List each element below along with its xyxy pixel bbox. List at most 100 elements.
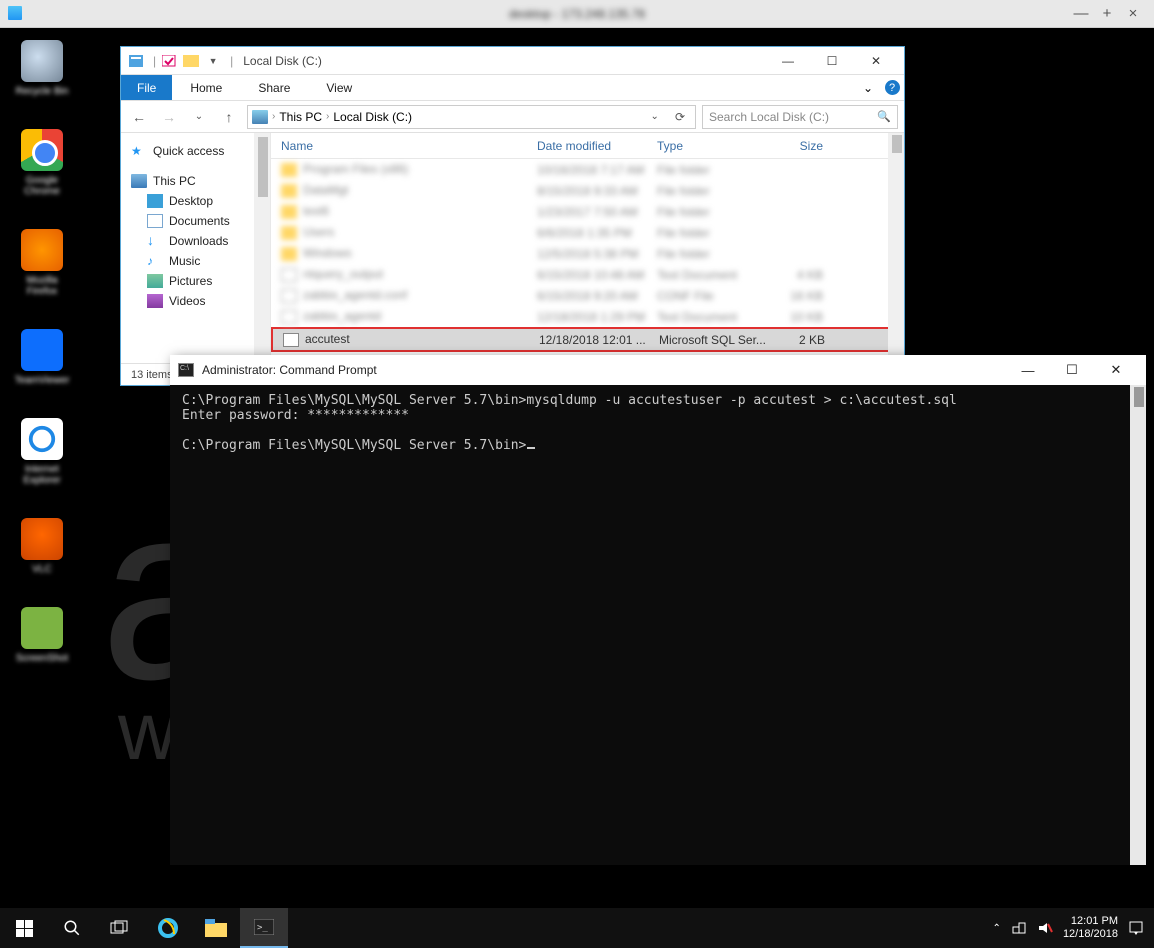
search-button[interactable] <box>48 908 96 948</box>
tree-music[interactable]: ♪Music <box>131 251 270 271</box>
ribbon-expand-button[interactable]: ⌄ <box>856 75 880 100</box>
nav-forward-button[interactable]: → <box>157 105 181 129</box>
tree-pictures[interactable]: Pictures <box>131 271 270 291</box>
nav-back-button[interactable]: ← <box>127 105 151 129</box>
cmd-maximize-button[interactable]: ☐ <box>1050 355 1094 385</box>
file-row[interactable]: test61/23/2017 7:50 AMFile folder <box>271 201 904 222</box>
sql-file-icon <box>283 333 299 347</box>
desktop-icon-vlc[interactable]: VLC <box>12 518 72 575</box>
item-count: 13 items <box>131 369 173 381</box>
search-icon[interactable]: 🔍 <box>877 110 891 123</box>
explorer-address-bar: ← → ⌄ ↑ › This PC › Local Disk (C:) ⌄ ⟳ … <box>121 101 904 133</box>
cmd-scrollbar[interactable] <box>1130 385 1146 865</box>
explorer-title: Local Disk (C:) <box>243 54 322 68</box>
column-headers: Name Date modified Type Size <box>271 133 904 159</box>
file-row-accutest[interactable]: accutest 12/18/2018 12:01 ... Microsoft … <box>271 327 904 352</box>
nav-up-button[interactable]: ↑ <box>217 105 241 129</box>
taskbar-cmd[interactable]: >_ <box>240 908 288 948</box>
desktop-icon-chrome[interactable]: Google Chrome <box>12 129 72 197</box>
cmd-close-button[interactable]: ✕ <box>1094 355 1138 385</box>
file-row[interactable]: zabbix_agentd.conf6/15/2018 9:20 AMCONF … <box>271 285 904 306</box>
tree-videos[interactable]: Videos <box>131 291 270 311</box>
folder-icon[interactable] <box>182 53 200 69</box>
taskbar-explorer[interactable] <box>192 908 240 948</box>
cmd-minimize-button[interactable]: — <box>1006 355 1050 385</box>
refresh-button[interactable]: ⟳ <box>669 110 691 124</box>
outer-minimize-button[interactable]: — <box>1068 5 1094 22</box>
desktop-icon-teamviewer[interactable]: TeamViewer <box>12 329 72 386</box>
col-date[interactable]: Date modified <box>527 139 647 153</box>
checkbox-icon[interactable] <box>160 53 178 69</box>
desktop-icons: Recycle Bin Google Chrome Mozilla Firefo… <box>12 40 72 664</box>
remote-desktop-window: desktop - 173.248.135.78 — + × Recycle B… <box>0 0 1154 948</box>
crumb-this-pc[interactable]: This PC <box>279 110 322 124</box>
tab-share[interactable]: Share <box>240 75 308 100</box>
help-button[interactable]: ? <box>880 75 904 100</box>
taskbar-ie[interactable] <box>144 908 192 948</box>
command-prompt-window: Administrator: Command Prompt — ☐ ✕ C:\P… <box>170 355 1146 865</box>
search-placeholder: Search Local Disk (C:) <box>709 110 829 124</box>
cmd-icon <box>178 363 194 377</box>
nav-recent-button[interactable]: ⌄ <box>187 105 211 129</box>
tree-desktop[interactable]: Desktop <box>131 191 270 211</box>
taskbar-clock[interactable]: 12:01 PM 12/18/2018 <box>1063 915 1118 941</box>
file-row[interactable]: zabbix_agentd12/18/2018 1:29 PMText Docu… <box>271 306 904 327</box>
outer-titlebar: desktop - 173.248.135.78 — + × <box>0 0 1154 28</box>
outer-title-text: desktop - 173.248.135.78 <box>509 7 645 21</box>
taskbar: >_ ⌃ 12:01 PM 12/18/2018 <box>0 908 1154 948</box>
explorer-close-button[interactable]: ✕ <box>854 47 898 75</box>
notifications-icon[interactable] <box>1128 920 1144 936</box>
svg-text:>_: >_ <box>257 923 268 933</box>
crumb-local-disk[interactable]: Local Disk (C:) <box>333 110 412 124</box>
file-scrollbar[interactable] <box>888 133 904 363</box>
tree-this-pc[interactable]: This PC <box>131 171 270 191</box>
nav-tree: ★Quick access This PC Desktop Documents … <box>121 133 271 363</box>
breadcrumb[interactable]: › This PC › Local Disk (C:) ⌄ ⟳ <box>247 105 696 129</box>
explorer-minimize-button[interactable]: — <box>766 47 810 75</box>
file-row[interactable]: Windows12/5/2018 5:38 PMFile folder <box>271 243 904 264</box>
tab-view[interactable]: View <box>308 75 370 100</box>
windows-logo-icon <box>16 920 33 937</box>
col-size[interactable]: Size <box>763 139 833 153</box>
tree-documents[interactable]: Documents <box>131 211 270 231</box>
tree-quick-access[interactable]: ★Quick access <box>131 141 270 161</box>
tree-scrollbar[interactable] <box>254 133 270 363</box>
crumb-dropdown[interactable]: ⌄ <box>645 111 665 122</box>
rdp-icon <box>8 6 22 20</box>
network-icon[interactable] <box>1011 921 1027 935</box>
desktop-icon-firefox[interactable]: Mozilla Firefox <box>12 229 72 297</box>
desktop-icon-recycle-bin[interactable]: Recycle Bin <box>12 40 72 97</box>
cmd-titlebar[interactable]: Administrator: Command Prompt — ☐ ✕ <box>170 355 1146 385</box>
cmd-terminal[interactable]: C:\Program Files\MySQL\MySQL Server 5.7\… <box>170 385 1146 865</box>
tab-file[interactable]: File <box>121 75 172 100</box>
system-tray: ⌃ 12:01 PM 12/18/2018 <box>983 915 1154 941</box>
col-name[interactable]: Name <box>271 139 527 153</box>
file-row[interactable]: DataMgt8/15/2018 9:33 AMFile folder <box>271 180 904 201</box>
search-input[interactable]: Search Local Disk (C:) 🔍 <box>702 105 898 129</box>
cmd-title-text: Administrator: Command Prompt <box>202 363 377 377</box>
tree-downloads[interactable]: ↓Downloads <box>131 231 270 251</box>
outer-close-button[interactable]: × <box>1120 5 1146 22</box>
task-view-button[interactable] <box>96 908 144 948</box>
col-type[interactable]: Type <box>647 139 763 153</box>
pc-icon <box>252 110 268 124</box>
explorer-ribbon-tabs: File Home Share View ⌄ ? <box>121 75 904 101</box>
tab-home[interactable]: Home <box>172 75 240 100</box>
tray-overflow-icon[interactable]: ⌃ <box>993 923 1001 934</box>
cursor <box>527 447 535 449</box>
explorer-titlebar[interactable]: | ▼ | Local Disk (C:) — ☐ ✕ <box>121 47 904 75</box>
file-explorer-window: | ▼ | Local Disk (C:) — ☐ ✕ File Home Sh… <box>120 46 905 386</box>
properties-icon[interactable] <box>127 53 145 69</box>
file-row[interactable]: Program Files (x86)10/16/2018 7:17 AMFil… <box>271 159 904 180</box>
desktop-icon-ie[interactable]: Internet Explorer <box>12 418 72 486</box>
desktop[interactable]: Recycle Bin Google Chrome Mozilla Firefo… <box>0 28 1154 948</box>
volume-icon[interactable] <box>1037 921 1053 935</box>
desktop-icon-green[interactable]: ScreenShot <box>12 607 72 664</box>
file-list: Name Date modified Type Size Program Fil… <box>271 133 904 363</box>
outer-maximize-button[interactable]: + <box>1094 5 1120 22</box>
file-row[interactable]: ntquery_output6/15/2018 10:48 AMText Doc… <box>271 264 904 285</box>
file-row[interactable]: Users6/6/2018 1:35 PMFile folder <box>271 222 904 243</box>
explorer-maximize-button[interactable]: ☐ <box>810 47 854 75</box>
start-button[interactable] <box>0 908 48 948</box>
qat-dropdown-icon[interactable]: ▼ <box>204 53 222 69</box>
